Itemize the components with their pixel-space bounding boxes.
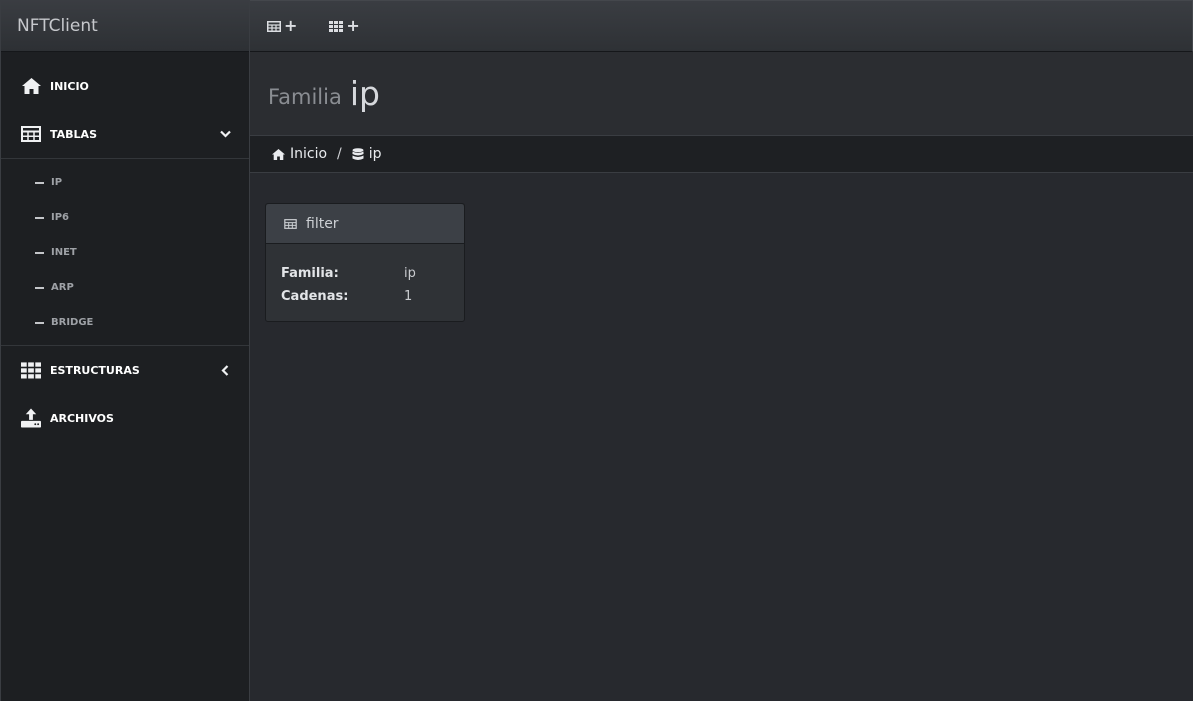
dash-icon (35, 251, 44, 254)
family-panel: filter Familia: ip Cadenas: 1 (265, 203, 465, 322)
page-subtitle: Familia (268, 84, 342, 109)
panel-header[interactable]: filter (266, 204, 464, 244)
table-icon (21, 124, 41, 144)
sidebar-item-tablas[interactable]: TABLAS (1, 110, 249, 158)
sidebar-item-label: ARCHIVOS (50, 411, 114, 425)
grid-icon (21, 360, 41, 380)
home-icon (272, 148, 285, 160)
breadcrumb-home[interactable]: Inicio (272, 146, 327, 162)
submenu-item-label: INET (51, 247, 77, 258)
row-value: 1 (404, 289, 413, 304)
row-value: ip (404, 266, 416, 281)
info-row: Cadenas: 1 (281, 285, 464, 308)
brand-title[interactable]: NFTClient (1, 0, 249, 52)
sidebar-item-label: ESTRUCTURAS (50, 363, 140, 377)
submenu-item-label: IP (51, 177, 63, 188)
row-key: Cadenas: (281, 289, 349, 304)
sidebar-item-label: TABLAS (50, 127, 97, 141)
dash-icon (35, 181, 44, 184)
breadcrumb-current-label: ip (368, 146, 382, 162)
breadcrumb-separator: / (337, 146, 342, 162)
chevron-left-icon (219, 364, 231, 376)
submenu-item-arp[interactable]: ARP (1, 270, 249, 305)
submenu-item-label: BRIDGE (51, 317, 94, 328)
breadcrumb-home-label: Inicio (290, 146, 328, 162)
sidebar-item-estructuras[interactable]: ESTRUCTURAS (1, 346, 249, 394)
page-title: ip (349, 74, 380, 113)
sidebar: NFTClient INICIO TABLAS IP IP6 INET ARP … (0, 0, 250, 701)
breadcrumb: Inicio / ip (250, 135, 1193, 173)
table-icon (284, 218, 297, 229)
grid-icon (329, 20, 344, 32)
database-icon (352, 147, 364, 160)
sidebar-item-inicio[interactable]: INICIO (1, 62, 249, 110)
breadcrumb-current[interactable]: ip (352, 146, 382, 162)
info-row: Familia: ip (281, 262, 464, 285)
topbar: + + (250, 0, 1193, 52)
row-key: Familia: (281, 266, 339, 281)
sidebar-item-archivos[interactable]: ARCHIVOS (1, 394, 249, 442)
page-header: Familia ip (250, 52, 1193, 135)
submenu-item-bridge[interactable]: BRIDGE (1, 305, 249, 340)
plus-icon: + (284, 16, 298, 35)
dash-icon (35, 286, 44, 289)
upload-icon (21, 408, 41, 428)
dash-icon (35, 216, 44, 219)
submenu-item-label: IP6 (51, 212, 70, 223)
panel-body: Familia: ip Cadenas: 1 (266, 244, 464, 308)
add-structure-button[interactable]: + (329, 16, 360, 35)
dash-icon (35, 321, 44, 324)
submenu-item-ip6[interactable]: IP6 (1, 200, 249, 235)
submenu-item-label: ARP (51, 282, 74, 293)
panel-title: filter (306, 215, 339, 232)
table-icon (267, 20, 281, 32)
submenu-item-ip[interactable]: IP (1, 165, 249, 200)
home-icon (21, 76, 41, 96)
plus-icon: + (346, 16, 360, 35)
add-table-button[interactable]: + (267, 18, 297, 34)
chevron-down-icon (219, 128, 231, 140)
tablas-submenu: IP IP6 INET ARP BRIDGE (1, 158, 249, 346)
sidebar-item-label: INICIO (50, 79, 89, 93)
submenu-item-inet[interactable]: INET (1, 235, 249, 270)
